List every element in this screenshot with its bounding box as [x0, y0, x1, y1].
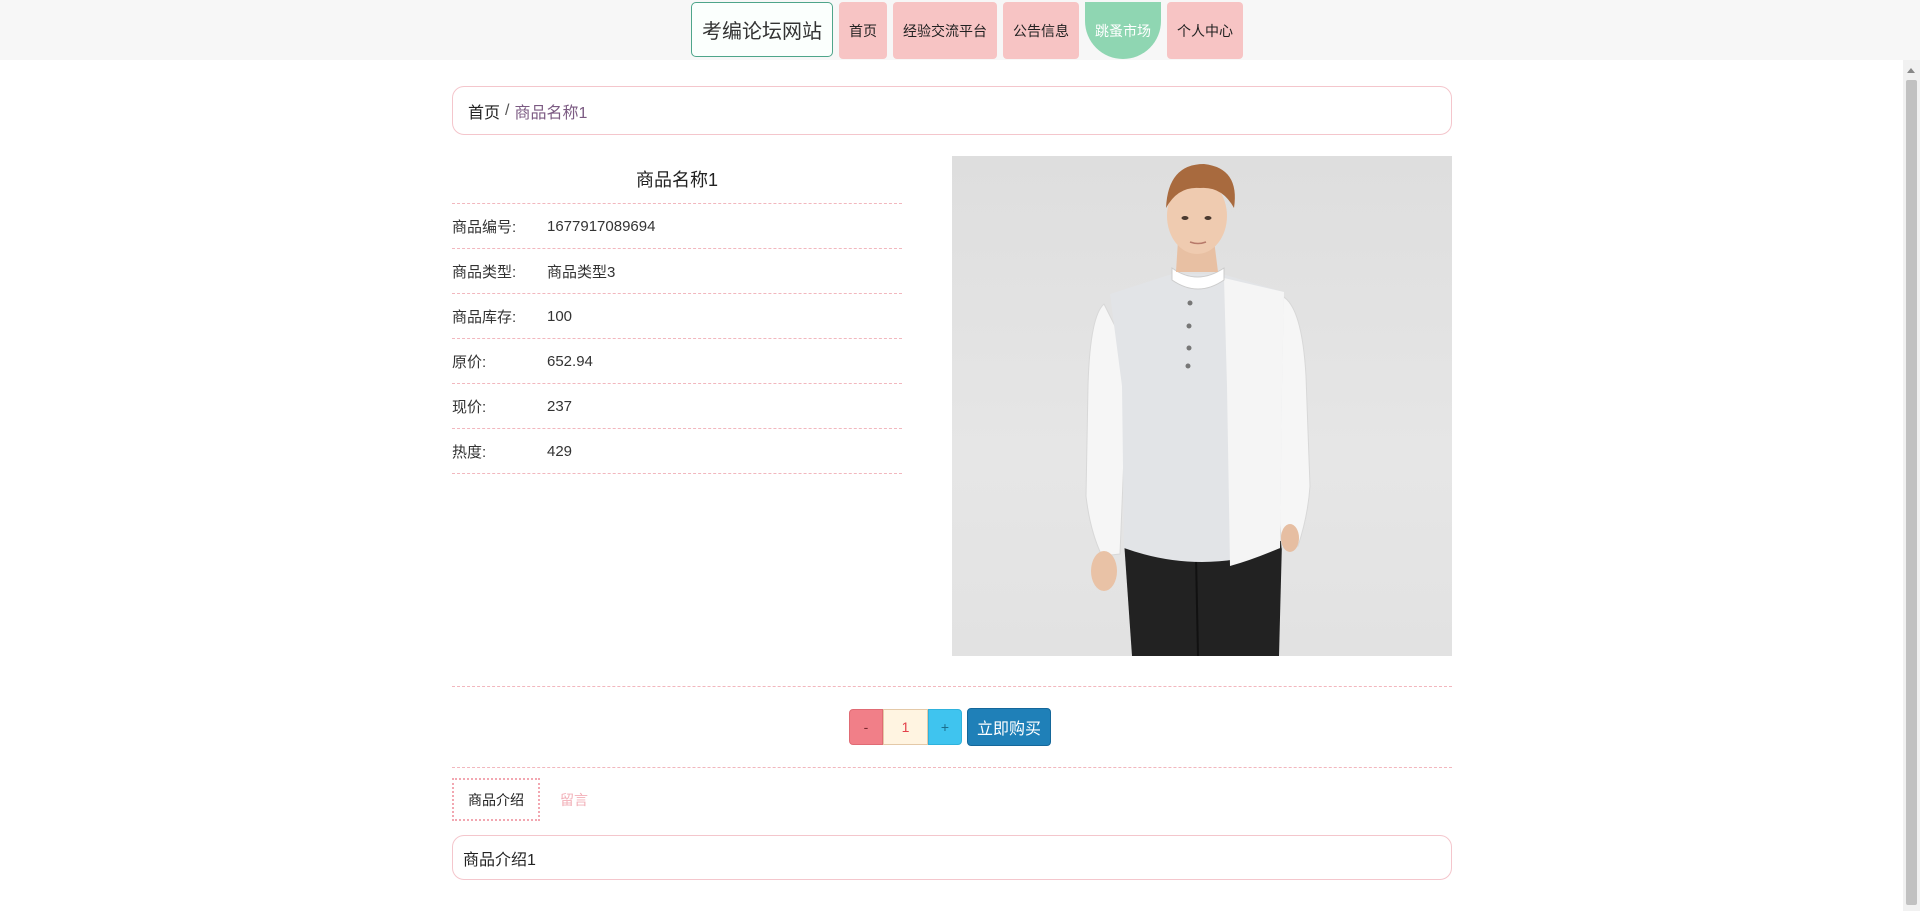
info-label: 热度:: [452, 443, 487, 461]
tab-content: 商品介绍1: [452, 835, 1452, 880]
info-value: 237: [547, 397, 573, 415]
detail-tabs: 商品介绍 留言: [452, 778, 608, 821]
info-label: 商品编号:: [452, 218, 517, 236]
info-label: 原价:: [452, 353, 487, 371]
nav-item-experience[interactable]: 经验交流平台: [893, 2, 997, 59]
info-row-popularity: 热度: 429: [452, 429, 902, 474]
info-value: 100: [547, 307, 573, 325]
breadcrumb-current: 商品名称1: [514, 104, 588, 122]
breadcrumb-home-link[interactable]: 首页: [468, 99, 500, 123]
main-nav: 考编论坛网站 首页 经验交流平台 公告信息 跳蚤市场 个人中心: [691, 2, 1243, 59]
info-value: 商品类型3: [547, 263, 616, 281]
info-row-stock: 商品库存: 100: [452, 294, 902, 339]
top-navbar: 考编论坛网站 首页 经验交流平台 公告信息 跳蚤市场 个人中心: [0, 0, 1920, 60]
nav-item-flea-market[interactable]: 跳蚤市场: [1085, 2, 1161, 59]
breadcrumb: 首页 / 商品名称1: [452, 86, 1452, 135]
product-image: [952, 156, 1452, 656]
info-row-original-price: 原价: 652.94: [452, 339, 902, 384]
info-value: 652.94: [547, 352, 593, 370]
info-value: 1677917089694: [547, 217, 656, 235]
nav-item-profile[interactable]: 个人中心: [1167, 2, 1243, 59]
increase-quantity-button[interactable]: +: [928, 709, 962, 745]
product-photo-icon: [1085, 164, 1311, 656]
info-label: 现价:: [452, 398, 487, 416]
scroll-up-icon[interactable]: [1907, 68, 1915, 73]
info-label: 商品库存:: [452, 308, 517, 326]
product-info: 商品名称1 商品编号: 1677917089694 商品类型: 商品类型3 商品…: [452, 155, 902, 474]
nav-item-notices[interactable]: 公告信息: [1003, 2, 1079, 59]
scroll-thumb[interactable]: [1906, 80, 1917, 905]
nav-item-home[interactable]: 首页: [839, 2, 887, 59]
info-label: 商品类型:: [452, 263, 517, 281]
purchase-controls: - + 立即购买: [849, 708, 1051, 746]
quantity-input[interactable]: [883, 709, 928, 745]
product-title: 商品名称1: [452, 155, 902, 204]
decrease-quantity-button[interactable]: -: [849, 709, 883, 745]
divider: [452, 767, 1452, 768]
tab-messages[interactable]: 留言: [540, 778, 608, 821]
info-row-current-price: 现价: 237: [452, 384, 902, 429]
divider: [452, 686, 1452, 687]
info-row-type: 商品类型: 商品类型3: [452, 249, 902, 294]
breadcrumb-separator: /: [505, 101, 510, 119]
info-value: 429: [547, 442, 573, 460]
site-brand[interactable]: 考编论坛网站: [691, 2, 833, 57]
buy-now-button[interactable]: 立即购买: [967, 708, 1051, 746]
tab-product-intro[interactable]: 商品介绍: [452, 778, 540, 821]
page-scrollbar[interactable]: [1903, 60, 1920, 911]
info-row-id: 商品编号: 1677917089694: [452, 204, 902, 249]
